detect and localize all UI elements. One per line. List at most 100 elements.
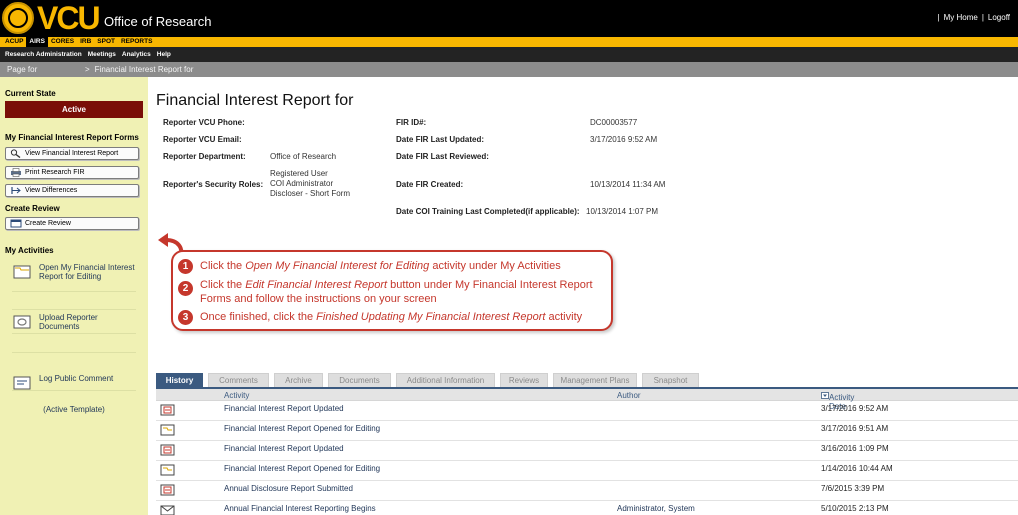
view-financial-interest-report-button[interactable]: View Financial Interest Report (5, 147, 139, 160)
page: VCU Office of Research | My Home | Logof… (0, 0, 1018, 515)
column-author[interactable]: Author (617, 391, 641, 400)
activity-open-for-editing[interactable]: Open My Financial Interest Report for Ed… (12, 263, 136, 281)
nav-research-administration[interactable]: Research Administration (2, 51, 85, 58)
step-text: Click the Edit Financial Interest Report… (200, 279, 593, 305)
form-update-icon (160, 444, 175, 456)
folder-open-icon (160, 424, 175, 436)
print-research-fir-button[interactable]: Print Research FIR (5, 166, 139, 179)
phone-label: Reporter VCU Phone: (163, 118, 245, 127)
nav-acup[interactable]: ACUP (2, 37, 26, 47)
top-links: | My Home | Logoff (938, 13, 1011, 22)
secondary-nav: Research Administration Meetings Analyti… (0, 47, 1018, 62)
window-icon (10, 219, 22, 228)
last-updated-value: 3/17/2016 9:52 AM (590, 135, 658, 144)
divider (12, 291, 136, 292)
top-header: VCU Office of Research | My Home | Logof… (0, 0, 1018, 37)
security-roles-value: Registered User COI Administrator Disclo… (270, 169, 351, 198)
nav-analytics[interactable]: Analytics (119, 51, 154, 58)
envelope-icon (160, 505, 175, 515)
activity-link[interactable]: Financial Interest Report Opened for Edi… (224, 464, 380, 473)
step-number: 3 (178, 310, 193, 325)
breadcrumb-current: Financial Interest Report for (94, 65, 194, 74)
tab-comments[interactable]: Comments (208, 373, 269, 388)
tab-management-plans[interactable]: Management Plans (553, 373, 637, 388)
activity-link[interactable]: Financial Interest Report Updated (224, 444, 344, 453)
page-title: Financial Interest Report for (156, 92, 354, 109)
activity-log-public-comment[interactable]: Log Public Comment (12, 374, 136, 390)
author-cell: Administrator, System (617, 504, 695, 513)
activity-upload-documents[interactable]: Upload Reporter Documents (12, 313, 136, 331)
column-activity-date[interactable]: Activity Date (821, 391, 854, 411)
table-row[interactable]: Financial Interest Report Updated 3/17/2… (156, 401, 1018, 421)
state-badge: Active (5, 101, 143, 118)
tab-reviews[interactable]: Reviews (500, 373, 548, 388)
department-label: Reporter Department: (163, 152, 246, 161)
my-home-link[interactable]: My Home (944, 13, 978, 22)
active-template-label: (Active Template) (43, 405, 105, 414)
tab-archive[interactable]: Archive (274, 373, 323, 388)
table-row[interactable]: Financial Interest Report Opened for Edi… (156, 421, 1018, 441)
button-label: Create Review (25, 220, 71, 227)
tab-bar: History Comments Archive Documents Addit… (156, 373, 699, 388)
form-update-icon (160, 404, 175, 416)
fir-id-value: DC00003577 (590, 118, 638, 127)
tab-documents[interactable]: Documents (328, 373, 391, 388)
table-row[interactable]: Financial Interest Report Opened for Edi… (156, 461, 1018, 481)
date-cell: 1/14/2016 10:44 AM (821, 464, 893, 473)
primary-nav: ACUP AIRS CORES IRB SPOT REPORTS (0, 37, 1018, 47)
activity-label: Upload Reporter Documents (39, 313, 98, 331)
tab-additional-information[interactable]: Additional Information (396, 373, 495, 388)
step-number: 1 (178, 259, 193, 274)
magnifier-icon (10, 149, 21, 158)
compare-icon (11, 187, 21, 194)
tab-history[interactable]: History (156, 373, 203, 388)
brand-subtitle: Office of Research (104, 14, 212, 29)
divider (12, 390, 136, 391)
nav-airs[interactable]: AIRS (26, 37, 48, 47)
folder-open-icon (13, 265, 31, 279)
nav-irb[interactable]: IRB (77, 37, 94, 47)
activity-label: Log Public Comment (39, 374, 114, 383)
activity-link[interactable]: Annual Disclosure Report Submitted (224, 484, 353, 493)
nav-spot[interactable]: SPOT (94, 37, 118, 47)
date-cell: 7/6/2015 3:39 PM (821, 484, 885, 493)
date-cell: 5/10/2015 2:13 PM (821, 504, 889, 513)
email-label: Reporter VCU Email: (163, 135, 242, 144)
activity-link[interactable]: Financial Interest Report Opened for Edi… (224, 424, 380, 433)
nav-help[interactable]: Help (154, 51, 174, 58)
current-state-heading: Current State (5, 89, 56, 98)
nav-cores[interactable]: CORES (48, 37, 77, 47)
breadcrumb-page-link[interactable]: Page for (7, 65, 85, 74)
breadcrumb: Page for > Financial Interest Report for (0, 62, 1018, 77)
instruction-step-3: 3 Once finished, click the Finished Upda… (178, 310, 582, 325)
comment-icon (13, 376, 31, 390)
printer-icon (11, 168, 21, 177)
step-text: Once finished, click the Finished Updati… (200, 311, 583, 323)
security-roles-label: Reporter's Security Roles: (163, 180, 264, 189)
create-review-heading: Create Review (5, 204, 60, 213)
nav-meetings[interactable]: Meetings (85, 51, 119, 58)
activity-link[interactable]: Financial Interest Report Updated (224, 404, 344, 413)
created-label: Date FIR Created: (396, 180, 464, 189)
logoff-link[interactable]: Logoff (988, 13, 1010, 22)
create-review-button[interactable]: Create Review (5, 217, 139, 230)
divider (12, 352, 136, 353)
history-table-header: Activity Author Activity Date (156, 389, 1018, 411)
nav-reports[interactable]: REPORTS (118, 37, 155, 47)
view-differences-button[interactable]: View Differences (5, 184, 139, 197)
column-activity[interactable]: Activity (224, 391, 249, 400)
table-row[interactable]: Annual Financial Interest Reporting Begi… (156, 501, 1018, 515)
brand-logo-text[interactable]: VCU (37, 0, 101, 37)
fir-id-label: FIR ID#: (396, 118, 427, 127)
created-value: 10/13/2014 11:34 AM (590, 180, 666, 189)
activity-link[interactable]: Annual Financial Interest Reporting Begi… (224, 504, 376, 513)
date-cell: 3/17/2016 9:51 AM (821, 424, 889, 433)
table-row[interactable]: Annual Disclosure Report Submitted 7/6/2… (156, 481, 1018, 501)
instruction-step-2: 2 Click the Edit Financial Interest Repo… (178, 278, 600, 306)
last-reviewed-label: Date FIR Last Reviewed: (396, 152, 489, 161)
form-update-icon (160, 484, 175, 496)
table-row[interactable]: Financial Interest Report Updated 3/16/2… (156, 441, 1018, 461)
link-separator: | (981, 13, 984, 22)
tab-snapshot[interactable]: Snapshot (642, 373, 699, 388)
breadcrumb-arrow: > (85, 65, 90, 74)
